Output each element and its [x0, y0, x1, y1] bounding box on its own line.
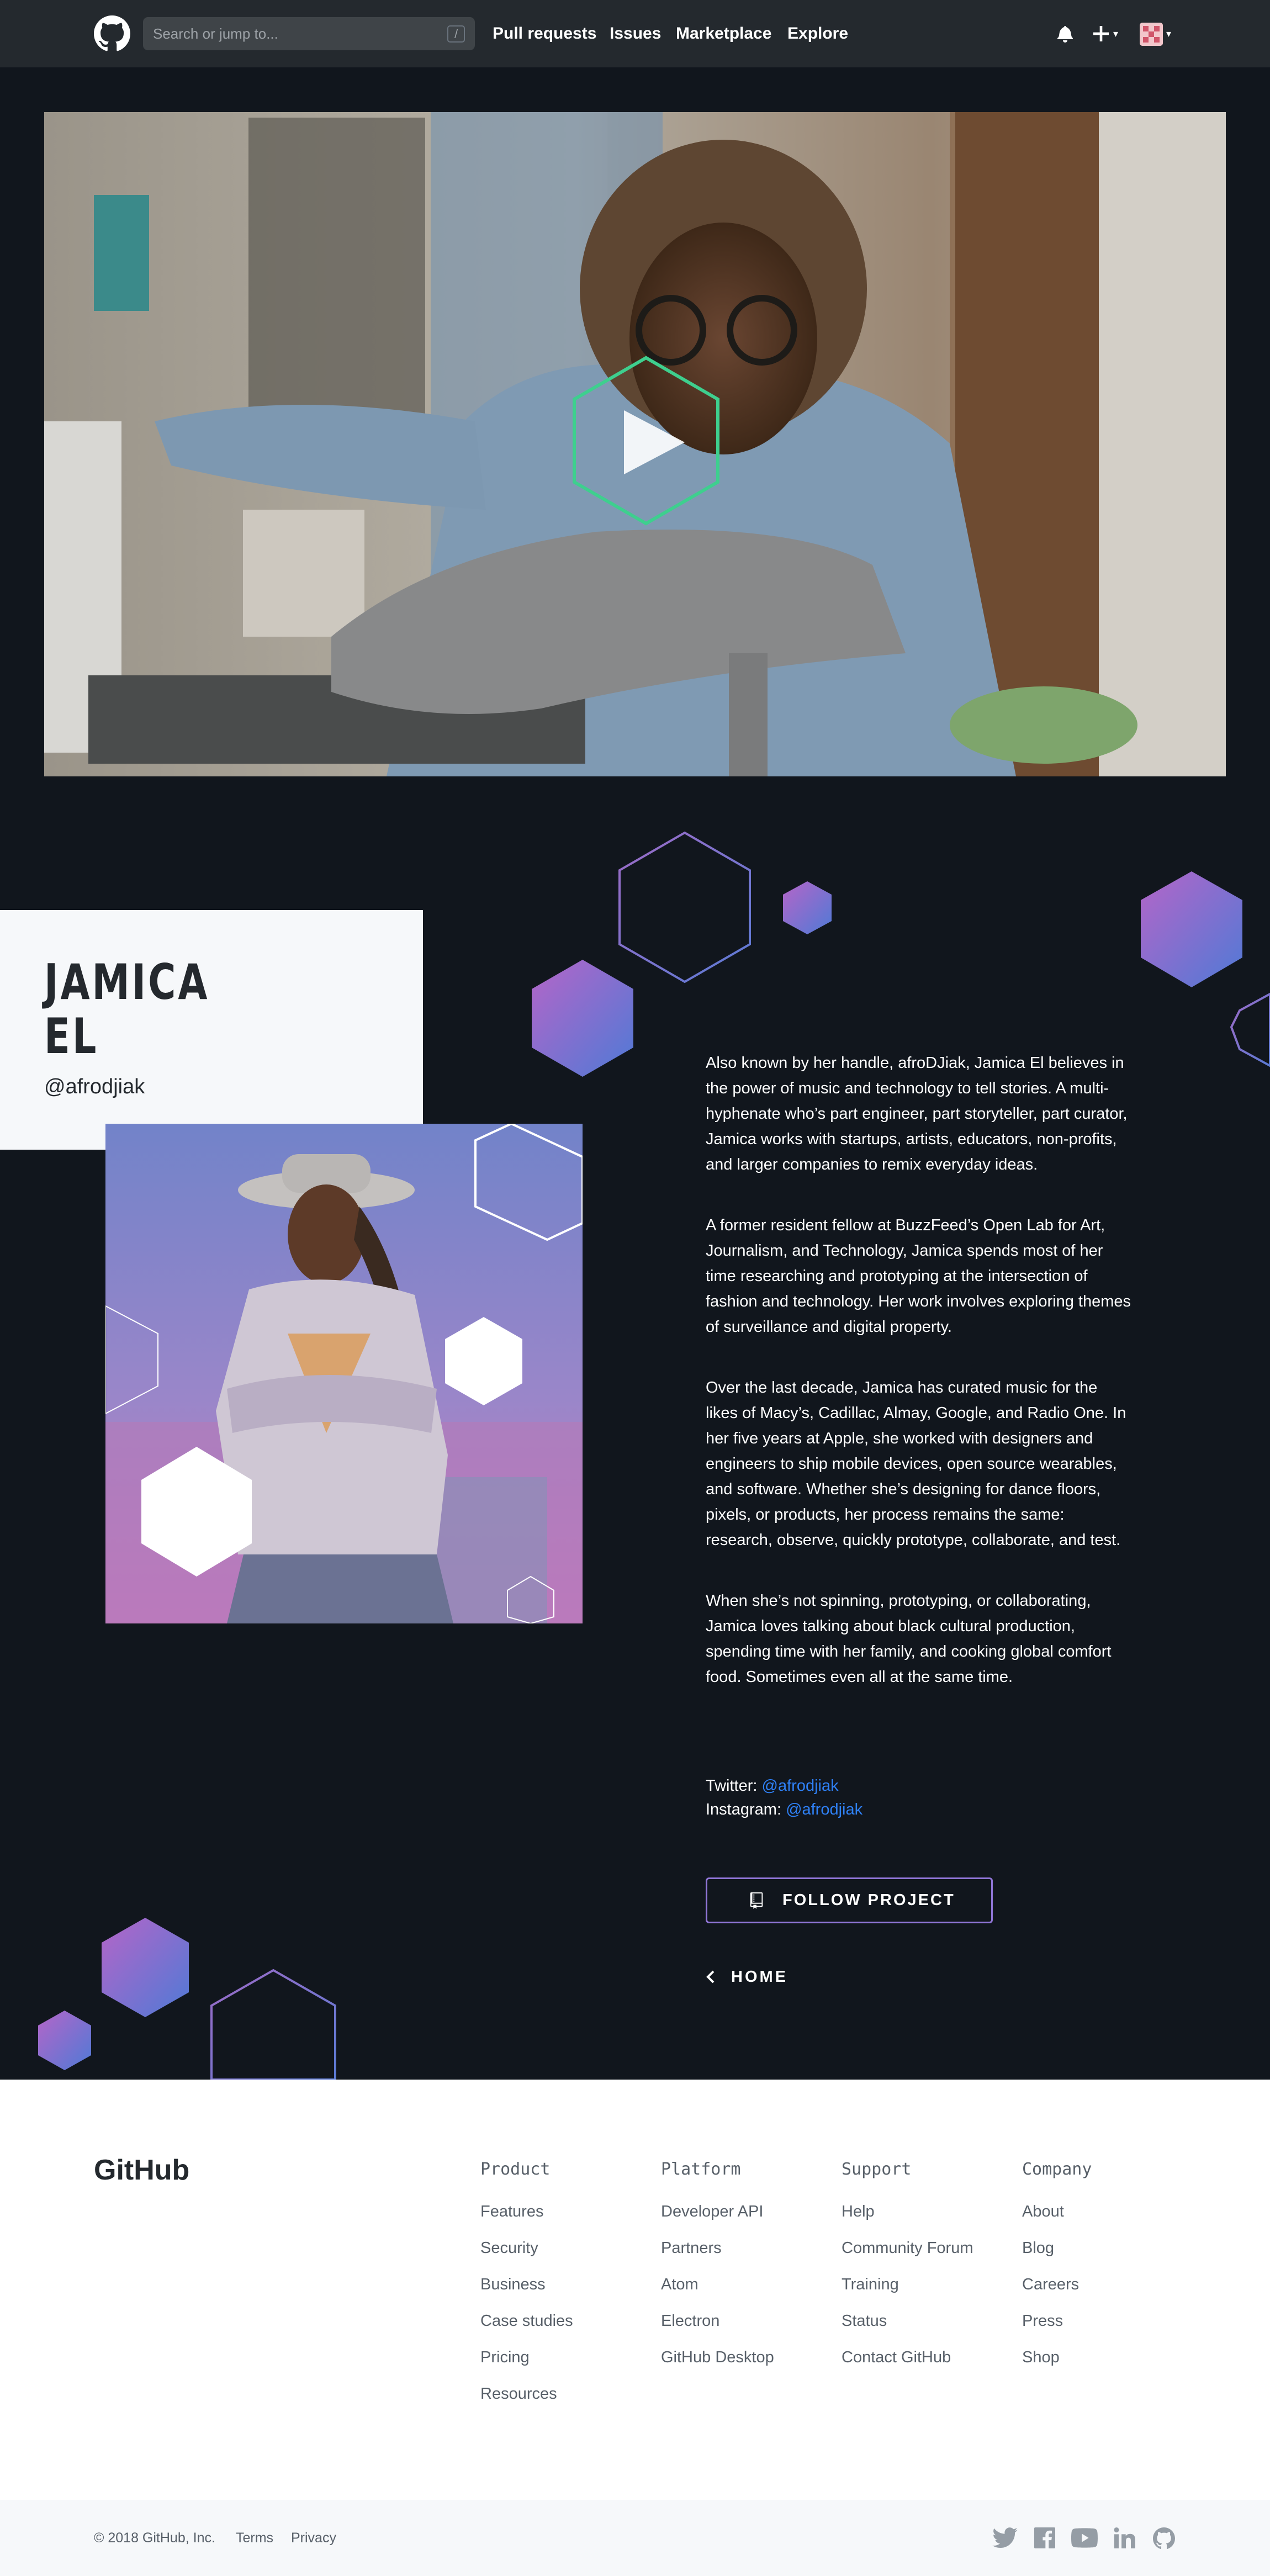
home-label: HOME [731, 1968, 788, 1986]
bio-section: Also known by her handle, afroDJiak, Jam… [706, 1050, 1131, 1725]
profile-last-name: EL [44, 1008, 99, 1065]
footer-link[interactable]: GitHub Desktop [661, 2348, 774, 2367]
footer-column-title-company: Company [1022, 2160, 1092, 2179]
instagram-link[interactable]: @afrodjiak [786, 1801, 862, 1818]
footer-column-title-platform: Platform [661, 2160, 741, 2179]
twitter-label: Twitter: [706, 1777, 758, 1795]
footer-column-title-support: Support [842, 2160, 912, 2179]
footer-link[interactable]: About [1022, 2203, 1064, 2221]
social-links: Twitter: @afrodjiak Instagram: @afrodjia… [706, 1774, 862, 1822]
footer-link[interactable]: Security [480, 2239, 538, 2257]
footer-link[interactable]: Status [842, 2312, 887, 2330]
follow-project-label: FOLLOW PROJECT [782, 1891, 955, 1909]
footer-link[interactable]: Features [480, 2203, 543, 2221]
footer-link[interactable]: Shop [1022, 2348, 1060, 2367]
footer-link[interactable]: Community Forum [842, 2239, 973, 2257]
portrait-photo [105, 1124, 583, 1623]
twitter-link[interactable]: @afrodjiak [762, 1777, 839, 1795]
footer-link[interactable]: Pricing [480, 2348, 530, 2367]
sub-footer: © 2018 GitHub, Inc. Terms Privacy [0, 2500, 1270, 2576]
footer-link[interactable]: Electron [661, 2312, 719, 2330]
youtube-icon[interactable] [1071, 2527, 1098, 2548]
profile-name: JAMICA EL [44, 955, 209, 1064]
footer-column-title-product: Product [480, 2160, 551, 2179]
twitter-row: Twitter: @afrodjiak [706, 1774, 862, 1798]
footer-link[interactable]: Atom [661, 2276, 698, 2294]
footer-link[interactable]: Help [842, 2203, 875, 2221]
bio-paragraph: A former resident fellow at BuzzFeed’s O… [706, 1216, 1131, 1336]
copyright-text: © 2018 GitHub, Inc. [94, 2530, 215, 2546]
twitter-icon[interactable] [992, 2527, 1018, 2548]
footer-link[interactable]: Case studies [480, 2312, 573, 2330]
footer-link[interactable]: Training [842, 2276, 899, 2294]
bio-paragraph: Also known by her handle, afroDJiak, Jam… [706, 1054, 1128, 1173]
footer-link[interactable]: Careers [1022, 2276, 1079, 2294]
repo-book-icon [750, 1892, 763, 1909]
footer-link[interactable]: Resources [480, 2385, 557, 2403]
github-wordmark-logo[interactable]: GitHub [94, 2155, 189, 2185]
footer-link[interactable]: Contact GitHub [842, 2348, 951, 2367]
instagram-row: Instagram: @afrodjiak [706, 1798, 862, 1822]
chevron-left-icon [706, 1970, 715, 1983]
privacy-link[interactable]: Privacy [291, 2500, 336, 2576]
name-card: JAMICA EL @afrodjiak [0, 910, 423, 1150]
linkedin-icon[interactable] [1114, 2527, 1135, 2548]
terms-link[interactable]: Terms [236, 2500, 273, 2576]
footer-link[interactable]: Business [480, 2276, 546, 2294]
footer-link[interactable]: Blog [1022, 2239, 1054, 2257]
bio-paragraph: When she’s not spinning, prototyping, or… [706, 1592, 1112, 1686]
github-icon[interactable] [1153, 2527, 1175, 2549]
profile-first-name: JAMICA [44, 954, 210, 1011]
svg-text:GitHub: GitHub [94, 2155, 189, 2185]
footer-link[interactable]: Partners [661, 2239, 722, 2257]
follow-project-button[interactable]: FOLLOW PROJECT [706, 1877, 993, 1923]
facebook-icon[interactable] [1034, 2527, 1055, 2548]
footer-link[interactable]: Press [1022, 2312, 1063, 2330]
profile-handle: @afrodjiak [44, 1075, 145, 1098]
bio-paragraph: Over the last decade, Jamica has curated… [706, 1379, 1126, 1549]
footer-link[interactable]: Developer API [661, 2203, 763, 2221]
instagram-label: Instagram: [706, 1801, 781, 1818]
